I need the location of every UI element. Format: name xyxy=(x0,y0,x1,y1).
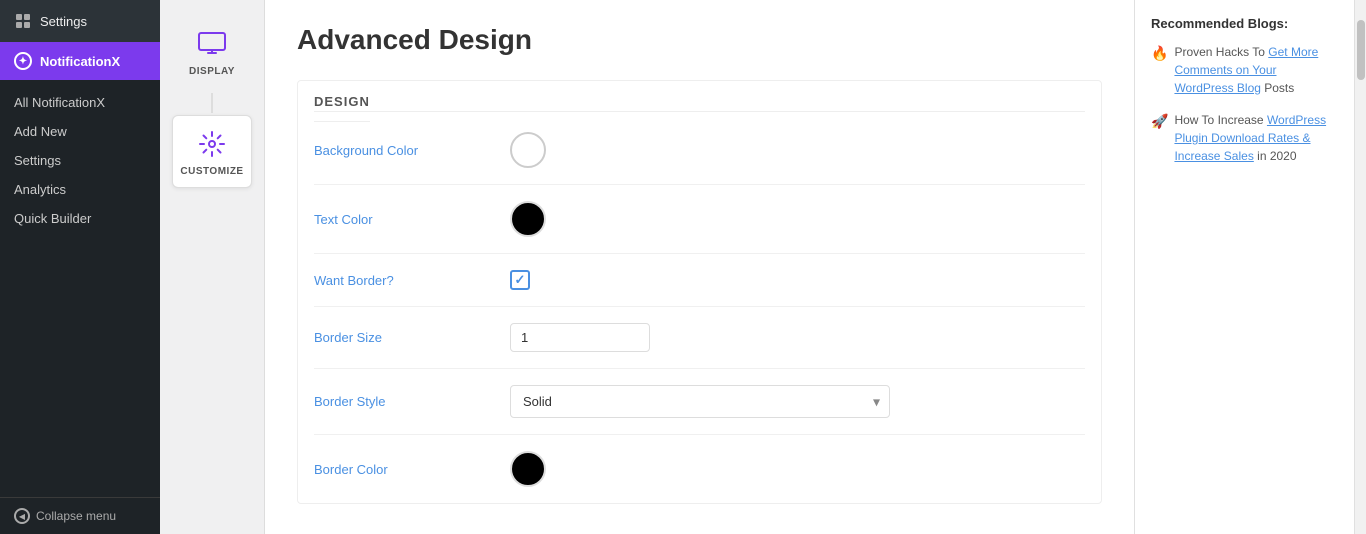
blog-2-text-after: in 2020 xyxy=(1254,149,1297,163)
want-border-checkbox[interactable]: ✓ xyxy=(510,270,530,290)
sidebar-item-analytics[interactable]: Analytics xyxy=(0,175,160,204)
want-border-row: Want Border? ✓ xyxy=(314,254,1085,307)
all-notificationx-label: All NotificationX xyxy=(14,95,105,110)
settings-menu-item[interactable]: Settings xyxy=(0,0,160,42)
step-connector xyxy=(211,93,213,113)
sidebar-item-quick-builder[interactable]: Quick Builder xyxy=(0,204,160,233)
checkmark-icon: ✓ xyxy=(515,272,526,288)
border-color-control[interactable] xyxy=(510,451,546,487)
border-size-row: Border Size xyxy=(314,307,1085,369)
main-content: Advanced Design DESIGN Background Color … xyxy=(265,0,1134,534)
display-icon xyxy=(194,26,230,62)
blog-2-text: How To Increase WordPress Plugin Downloa… xyxy=(1174,111,1338,165)
step-customize[interactable]: CUSTOMIZE xyxy=(172,115,252,188)
collapse-icon: ◀ xyxy=(14,508,30,524)
analytics-label: Analytics xyxy=(14,182,66,197)
blog-item-2: 🚀 How To Increase WordPress Plugin Downl… xyxy=(1151,111,1338,165)
sidebar-menu: All NotificationX Add New Settings Analy… xyxy=(0,80,160,497)
blog-1-text-after: Posts xyxy=(1261,81,1294,95)
border-style-row: Border Style Solid Dashed Dotted Double … xyxy=(314,369,1085,435)
background-color-swatch[interactable] xyxy=(510,132,546,168)
want-border-control[interactable]: ✓ xyxy=(510,270,530,290)
scrollbar-track[interactable] xyxy=(1354,0,1366,534)
border-size-label: Border Size xyxy=(314,330,494,345)
sidebar: Settings ✦ NotificationX All Notificatio… xyxy=(0,0,160,534)
background-color-row: Background Color xyxy=(314,116,1085,185)
sidebar-item-all[interactable]: All NotificationX xyxy=(0,88,160,117)
text-color-label: Text Color xyxy=(314,212,494,227)
sidebar-item-settings[interactable]: Settings xyxy=(0,146,160,175)
blog-1-text: Proven Hacks To Get More Comments on You… xyxy=(1174,43,1338,97)
border-style-label: Border Style xyxy=(314,394,494,409)
grid-icon xyxy=(14,12,32,30)
settings-label: Settings xyxy=(40,14,87,29)
border-style-select-wrapper: Solid Dashed Dotted Double ▾ xyxy=(510,385,890,418)
border-size-control[interactable] xyxy=(510,323,650,352)
page-title: Advanced Design xyxy=(297,24,1102,56)
text-color-control[interactable] xyxy=(510,201,546,237)
fire-icon: 🔥 xyxy=(1151,43,1168,97)
quick-builder-label: Quick Builder xyxy=(14,211,91,226)
scrollbar-thumb[interactable] xyxy=(1357,20,1365,80)
step-display[interactable]: DISPLAY xyxy=(172,16,252,87)
notificationx-menu-item[interactable]: ✦ NotificationX xyxy=(0,42,160,80)
settings-item-label: Settings xyxy=(14,153,61,168)
border-style-select[interactable]: Solid Dashed Dotted Double xyxy=(510,385,890,418)
border-color-row: Border Color xyxy=(314,435,1085,503)
right-sidebar: Recommended Blogs: 🔥 Proven Hacks To Get… xyxy=(1134,0,1354,534)
design-section: DESIGN Background Color Text Color Want … xyxy=(297,80,1102,504)
blog-item-1: 🔥 Proven Hacks To Get More Comments on Y… xyxy=(1151,43,1338,97)
border-color-swatch[interactable] xyxy=(510,451,546,487)
background-color-control[interactable] xyxy=(510,132,546,168)
add-new-label: Add New xyxy=(14,124,67,139)
display-label: DISPLAY xyxy=(189,66,235,77)
customize-label: CUSTOMIZE xyxy=(180,166,243,177)
nx-label: NotificationX xyxy=(40,54,120,69)
want-border-label: Want Border? xyxy=(314,273,494,288)
blog-1-text-before: Proven Hacks To xyxy=(1174,45,1268,59)
background-color-label: Background Color xyxy=(314,143,494,158)
nx-icon: ✦ xyxy=(14,52,32,70)
collapse-label: Collapse menu xyxy=(36,509,116,523)
text-color-swatch[interactable] xyxy=(510,201,546,237)
section-label: DESIGN xyxy=(314,94,370,122)
border-size-input[interactable] xyxy=(510,323,650,352)
steps-panel: DISPLAY CUSTOMIZE xyxy=(160,0,265,534)
border-color-label: Border Color xyxy=(314,462,494,477)
blog-2-text-before: How To Increase xyxy=(1174,113,1267,127)
collapse-menu-button[interactable]: ◀ Collapse menu xyxy=(0,497,160,534)
recommended-blogs-title: Recommended Blogs: xyxy=(1151,16,1338,31)
text-color-row: Text Color xyxy=(314,185,1085,254)
border-style-control[interactable]: Solid Dashed Dotted Double ▾ xyxy=(510,385,890,418)
sidebar-item-add-new[interactable]: Add New xyxy=(0,117,160,146)
customize-icon xyxy=(194,126,230,162)
rocket-icon: 🚀 xyxy=(1151,111,1168,165)
